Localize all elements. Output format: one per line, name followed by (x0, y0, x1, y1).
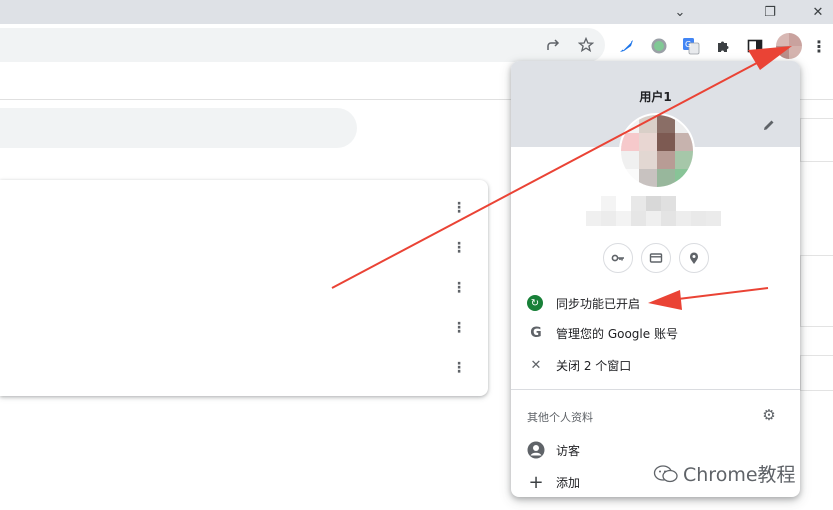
address-bar[interactable] (0, 28, 605, 62)
menu-item-sync[interactable]: ↻ 同步功能已开启 (511, 288, 800, 318)
content-card: ⋮ ⋮ ⋮ ⋮ ⋮ (0, 180, 488, 396)
close-windows-label: 关闭 2 个窗口 (556, 358, 632, 373)
side-card (800, 255, 833, 327)
watermark: Chrome教程 (653, 460, 796, 487)
puzzle-extensions-icon[interactable] (712, 35, 734, 57)
close-window-icon[interactable]: ✕ (798, 0, 833, 24)
page-search-box[interactable] (0, 108, 357, 148)
profile-menu-popup: 用户1 ↻ 同步功能已开启 G 管理您的 Google 账号 ✕ 关闭 2 个窗… (511, 61, 800, 497)
profile-avatar (619, 113, 695, 189)
star-icon[interactable] (575, 34, 597, 56)
location-pin-icon[interactable] (679, 243, 709, 273)
row-menu-icon[interactable]: ⋮ (452, 240, 466, 256)
feather-extension-icon[interactable] (616, 35, 638, 57)
password-key-icon[interactable] (603, 243, 633, 273)
row-menu-icon[interactable]: ⋮ (452, 320, 466, 336)
menu-item-manage-google-account[interactable]: G 管理您的 Google 账号 (511, 318, 800, 348)
row-menu-icon[interactable]: ⋮ (452, 200, 466, 216)
side-card (800, 118, 833, 162)
manage-account-label: 管理您的 Google 账号 (556, 326, 678, 341)
gear-icon[interactable]: ⚙ (759, 405, 779, 425)
profile-title: 用户1 (639, 90, 672, 104)
more-vert-icon[interactable]: ⋮ (808, 35, 830, 57)
row-menu-icon[interactable]: ⋮ (452, 280, 466, 296)
other-profiles-label: 其他个人资料 (527, 411, 593, 424)
translate-extension-icon[interactable]: G (680, 35, 702, 57)
account-email-blurred (586, 196, 721, 226)
restore-window-icon[interactable]: ❐ (750, 0, 790, 24)
avatar (776, 33, 802, 59)
guest-label: 访客 (556, 443, 581, 458)
wechat-logo-icon (653, 464, 678, 482)
menu-item-close-windows[interactable]: ✕ 关闭 2 个窗口 (511, 350, 800, 380)
sync-status-label: 同步功能已开启 (556, 296, 641, 311)
side-panel-icon[interactable] (744, 35, 766, 57)
row-menu-icon[interactable]: ⋮ (452, 360, 466, 376)
guest-person-icon (527, 441, 545, 459)
add-icon: + (528, 471, 544, 493)
circle-extension-icon[interactable] (648, 35, 670, 57)
profile-avatar-button[interactable] (776, 33, 802, 59)
side-card (800, 355, 833, 391)
svg-text:G: G (685, 40, 691, 49)
tab-search-chevron-icon[interactable]: ⌄ (660, 0, 700, 24)
popup-divider (511, 389, 800, 390)
add-profile-label: 添加 (556, 475, 581, 490)
payment-card-icon[interactable] (641, 243, 671, 273)
share-icon[interactable] (543, 34, 565, 56)
pencil-icon[interactable] (759, 115, 779, 135)
sync-icon: ↻ (527, 295, 543, 311)
watermark-text: Chrome教程 (683, 464, 796, 486)
title-bar: ⌄ ❐ ✕ (0, 0, 833, 24)
close-icon: ✕ (530, 357, 542, 373)
google-g-icon: G (530, 325, 542, 341)
